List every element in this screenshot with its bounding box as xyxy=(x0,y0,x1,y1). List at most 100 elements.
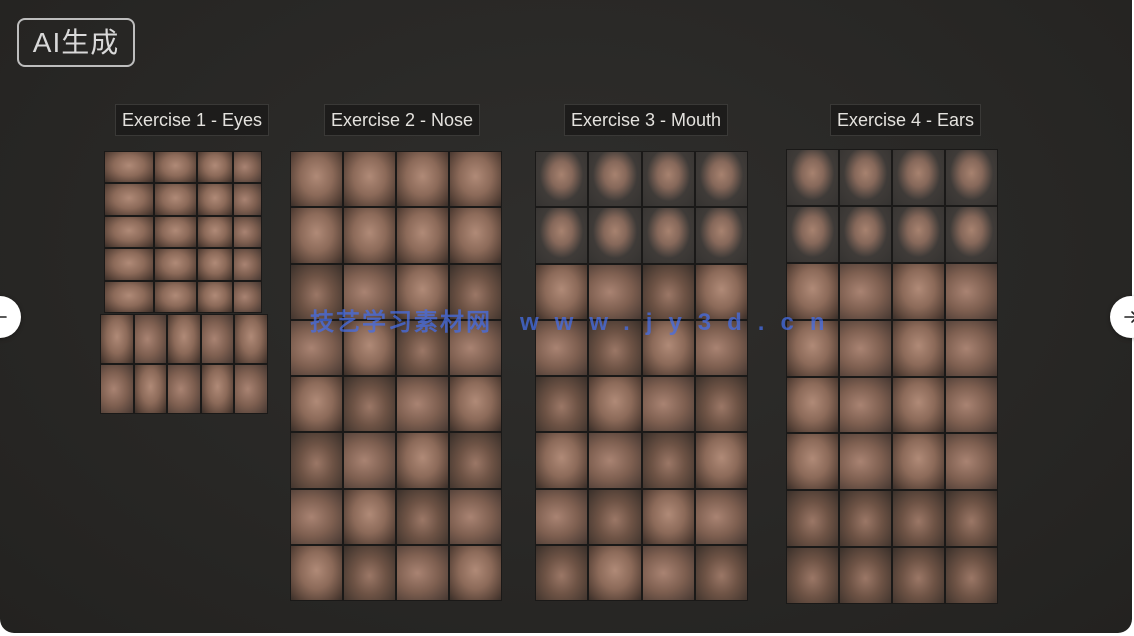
nose-thumbnail xyxy=(291,377,342,432)
ear-thumbnail xyxy=(946,434,997,490)
nose-thumbnail xyxy=(291,433,342,488)
mouth-thumbnail xyxy=(536,545,588,600)
mouth-thumbnail xyxy=(536,433,588,488)
mouth-thumbnail xyxy=(536,152,588,207)
eyes-sketch-sheet xyxy=(104,151,262,313)
ear-thumbnail xyxy=(840,150,891,205)
ear-thumbnail xyxy=(946,320,997,376)
nose-thumbnail xyxy=(450,489,501,544)
eye-thumbnail xyxy=(197,216,232,248)
watermark-url: www.jy3d.cn xyxy=(520,309,841,336)
mouth-thumbnail xyxy=(589,433,641,488)
eye-thumbnail xyxy=(105,152,153,183)
nose-thumbnail xyxy=(291,545,342,600)
arrow-right-icon xyxy=(1124,311,1134,323)
nose-thumbnail xyxy=(397,545,448,600)
ear-thumbnail xyxy=(787,548,838,603)
mouth-thumbnail xyxy=(642,545,694,600)
mouth-thumbnail xyxy=(642,377,694,432)
eye-thumbnail xyxy=(197,281,232,312)
mouth-thumbnail xyxy=(589,208,641,263)
exercise-title-eyes: Exercise 1 - Eyes xyxy=(115,104,270,136)
ear-thumbnail xyxy=(893,491,944,547)
eye-closeup-thumbnail xyxy=(201,365,234,413)
nose-thumbnail xyxy=(344,545,395,600)
mouth-thumbnail xyxy=(642,433,694,488)
eye-thumbnail xyxy=(154,249,196,280)
ear-thumbnail xyxy=(946,491,997,547)
ear-thumbnail xyxy=(893,434,944,490)
ear-thumbnail xyxy=(840,491,891,547)
watermark-cn: 技艺学习素材网 xyxy=(310,309,492,336)
eye-closeup-thumbnail xyxy=(134,365,167,413)
eye-thumbnail xyxy=(154,216,196,248)
nose-thumbnail xyxy=(450,545,501,600)
ai-generated-badge: AI生成 xyxy=(17,18,135,67)
ear-thumbnail xyxy=(787,377,838,433)
eye-thumbnail xyxy=(154,281,196,312)
nose-thumbnail xyxy=(344,152,395,207)
ear-thumbnail xyxy=(946,377,997,433)
nose-thumbnail xyxy=(397,489,448,544)
viewer: AI生成 Exercise 1 - Eyes Exercise 2 - Nose… xyxy=(0,0,1134,636)
ear-thumbnail xyxy=(946,263,997,319)
eye-thumbnail xyxy=(197,249,232,280)
nose-thumbnail xyxy=(397,377,448,432)
nose-thumbnail xyxy=(450,377,501,432)
mouth-thumbnail xyxy=(695,433,747,488)
mouth-thumbnail xyxy=(695,377,747,432)
mouth-thumbnail xyxy=(695,208,747,263)
eye-thumbnail xyxy=(105,216,153,248)
eye-thumbnail xyxy=(105,281,153,312)
eye-thumbnail xyxy=(233,184,261,215)
ears-study-sheet xyxy=(786,149,998,604)
eyes-closeup-sheet xyxy=(100,314,268,414)
mouth-study-sheet xyxy=(535,151,748,601)
mouth-thumbnail xyxy=(589,489,641,544)
mouth-thumbnail xyxy=(589,545,641,600)
nose-thumbnail xyxy=(344,208,395,263)
ear-thumbnail xyxy=(840,320,891,376)
mouth-thumbnail xyxy=(536,377,588,432)
eye-closeup-thumbnail xyxy=(201,315,234,363)
eye-closeup-thumbnail xyxy=(101,315,133,363)
eye-closeup-thumbnail xyxy=(235,315,267,363)
nose-thumbnail xyxy=(344,433,395,488)
ear-thumbnail xyxy=(840,263,891,319)
nose-thumbnail xyxy=(344,377,395,432)
eye-thumbnail xyxy=(197,152,232,183)
exercise-title-ears: Exercise 4 - Ears xyxy=(830,104,982,136)
nose-thumbnail xyxy=(450,208,501,263)
eye-closeup-thumbnail xyxy=(168,315,200,363)
nose-thumbnail xyxy=(291,489,342,544)
mouth-thumbnail xyxy=(695,489,747,544)
mouth-thumbnail xyxy=(589,377,641,432)
ear-thumbnail xyxy=(893,548,944,603)
mouth-thumbnail xyxy=(695,152,747,207)
eye-thumbnail xyxy=(233,152,261,183)
eye-thumbnail xyxy=(154,184,196,215)
eye-closeup-thumbnail xyxy=(235,365,267,413)
mouth-thumbnail xyxy=(536,489,588,544)
nose-thumbnail xyxy=(450,152,501,207)
eye-closeup-thumbnail xyxy=(101,365,133,413)
ear-thumbnail xyxy=(946,548,997,603)
mouth-thumbnail xyxy=(642,208,694,263)
watermark: 技艺学习素材网 www.jy3d.cn xyxy=(310,302,840,337)
eye-thumbnail xyxy=(233,216,261,248)
ear-thumbnail xyxy=(946,150,997,205)
ear-thumbnail xyxy=(893,263,944,319)
nose-thumbnail xyxy=(397,208,448,263)
nose-thumbnail xyxy=(291,152,342,207)
ear-thumbnail xyxy=(893,320,944,376)
ear-thumbnail xyxy=(840,434,891,490)
ear-thumbnail xyxy=(893,206,944,262)
ear-thumbnail xyxy=(893,377,944,433)
exercise-title-nose: Exercise 2 - Nose xyxy=(324,104,481,136)
nose-thumbnail xyxy=(344,489,395,544)
ear-thumbnail xyxy=(946,206,997,262)
eye-thumbnail xyxy=(154,152,196,183)
mouth-thumbnail xyxy=(536,208,588,263)
eye-thumbnail xyxy=(233,281,261,312)
nose-thumbnail xyxy=(397,433,448,488)
